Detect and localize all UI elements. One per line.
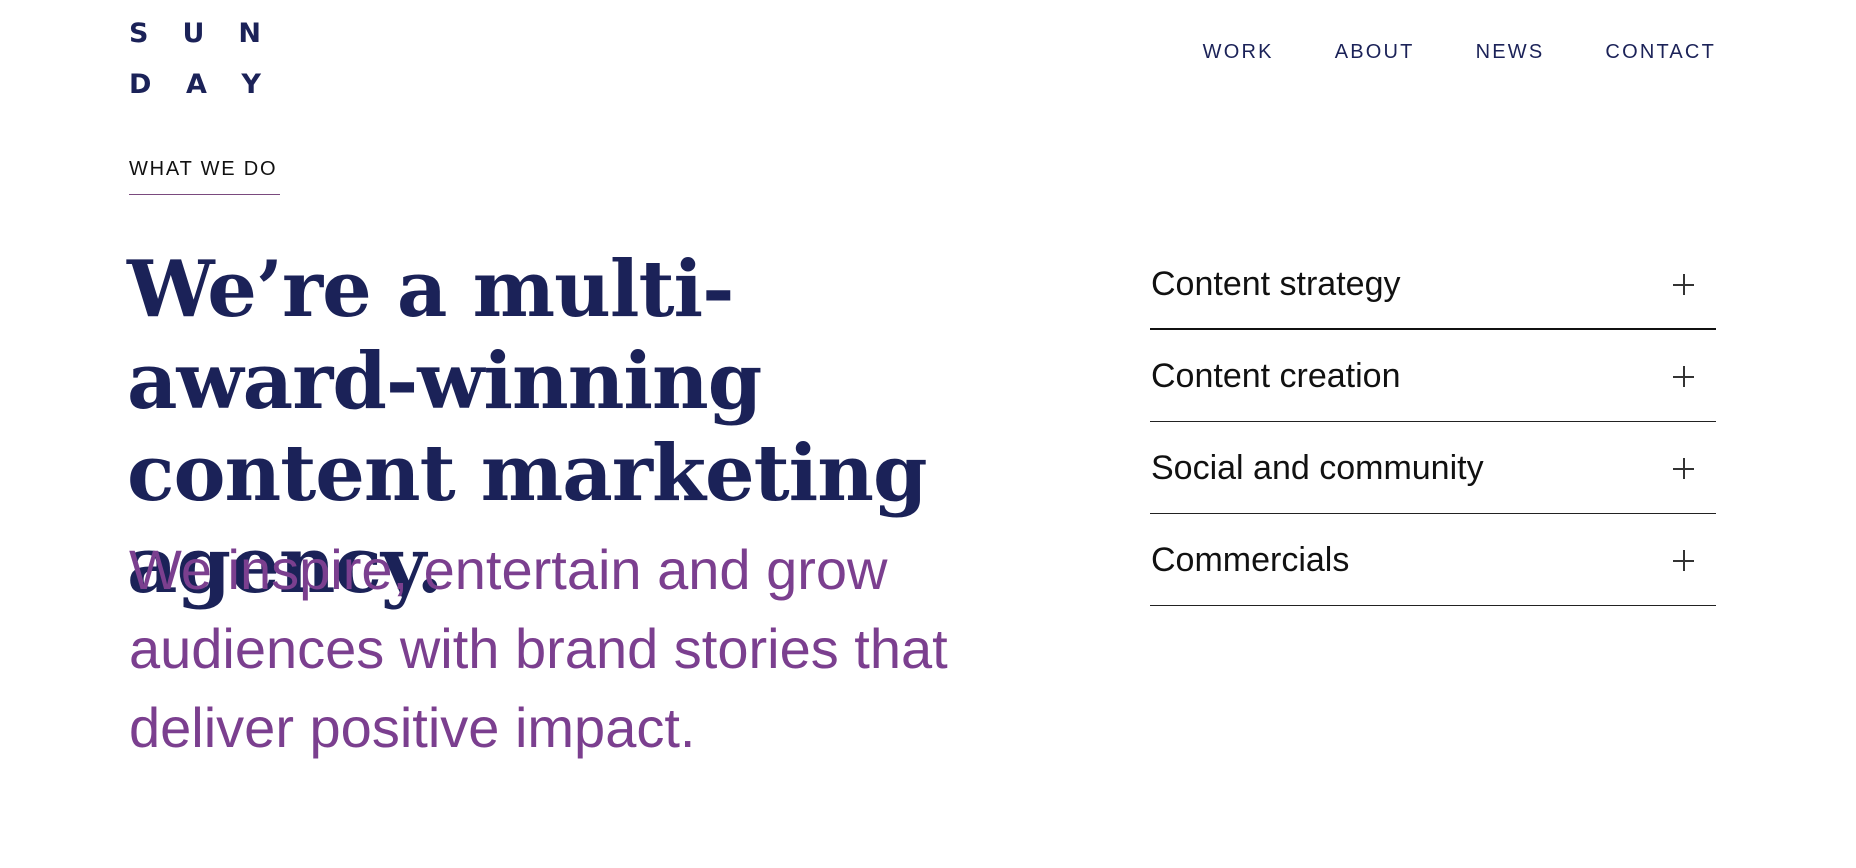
logo-letter: D [129,69,152,100]
logo-line-1: S U N [129,8,261,59]
logo-letter: S [129,18,149,49]
accordion-item-content-strategy[interactable]: Content strategy [1150,238,1716,330]
page-subhead: We inspire, entertain and grow audiences… [129,538,948,759]
main-nav: WORK ABOUT NEWS CONTACT [1203,40,1716,64]
accordion-item-label: Social and community [1151,449,1484,487]
accordion-item-label: Content strategy [1151,265,1401,303]
section-eyebrow: WHAT WE DO [129,158,278,180]
nav-link-about[interactable]: ABOUT [1335,40,1415,64]
plus-icon[interactable] [1673,550,1694,571]
accordion-item-label: Content creation [1151,357,1401,395]
sunday-logo[interactable]: S U N D A Y [129,8,261,110]
nav-link-contact[interactable]: CONTACT [1605,40,1716,64]
eyebrow-underline [129,194,280,195]
logo-letter: A [185,69,207,100]
accordion-item-content-creation[interactable]: Content creation [1150,330,1716,422]
plus-icon[interactable] [1673,366,1694,387]
logo-letter: U [182,18,205,49]
logo-letter: N [238,18,261,49]
logo-letter: Y [241,69,261,100]
logo-line-2: D A Y [129,59,261,110]
plus-icon[interactable] [1673,458,1694,479]
accordion-item-commercials[interactable]: Commercials [1150,514,1716,606]
nav-link-news[interactable]: NEWS [1476,40,1545,64]
accordion-item-social-and-community[interactable]: Social and community [1150,422,1716,514]
nav-link-work[interactable]: WORK [1203,40,1274,64]
plus-icon[interactable] [1673,274,1694,295]
services-accordion: Content strategy Content creation Social… [1150,238,1716,606]
accordion-item-label: Commercials [1151,541,1350,579]
